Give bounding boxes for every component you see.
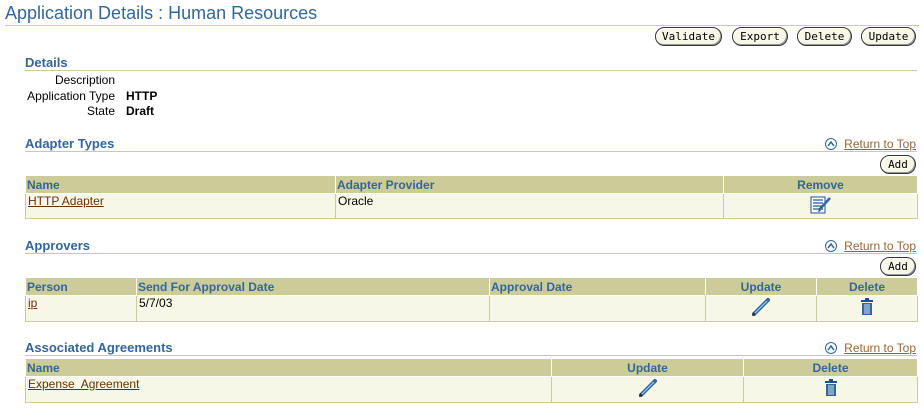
chevron-up-icon (825, 240, 838, 252)
table-row: HTTP Adapter Oracle (25, 193, 918, 219)
column-header-update: Update (551, 358, 744, 377)
adapter-remove-cell (723, 193, 918, 219)
adapter-name-link[interactable]: HTTP Adapter (28, 195, 104, 209)
agreement-update-cell (551, 376, 744, 403)
column-header-name: Name (25, 358, 552, 377)
agreement-delete-cell (743, 376, 918, 403)
trash-icon[interactable] (859, 298, 875, 316)
column-header-update: Update (705, 277, 817, 296)
column-header-remove: Remove (723, 175, 918, 194)
chevron-up-icon (825, 342, 838, 354)
details-divider (25, 70, 917, 71)
agreements-heading: Associated Agreements (25, 340, 173, 355)
column-header-person: Person (25, 277, 137, 296)
page-title: Application Details : Human Resources (5, 3, 318, 23)
adapter-types-table: Name Adapter Provider Remove HTTP Adapte… (25, 175, 918, 219)
agreement-name-link[interactable]: Expense Agreement (28, 378, 139, 392)
remove-icon[interactable] (810, 195, 832, 215)
column-header-name: Name (25, 175, 336, 194)
adapter-name-cell: HTTP Adapter (25, 193, 336, 219)
adapter-provider-cell: Oracle (335, 193, 724, 219)
approvers-table: Person Send For Approval Date Approval D… (25, 277, 918, 322)
adapter-types-divider (25, 151, 917, 152)
return-to-top-link[interactable]: Return to Top (844, 239, 916, 253)
export-button[interactable]: Export (732, 27, 788, 46)
person-link[interactable]: ip (28, 297, 37, 311)
approval-date-cell (489, 295, 706, 322)
application-type-value: HTTP (126, 89, 158, 103)
column-header-approval-date: Approval Date (489, 277, 706, 296)
send-date-cell: 5/7/03 (136, 295, 490, 322)
column-header-delete: Delete (816, 277, 918, 296)
column-header-delete: Delete (743, 358, 918, 377)
table-row: ip 5/7/03 (25, 295, 918, 322)
approvers-divider (25, 253, 917, 254)
add-adapter-button[interactable]: Add (880, 155, 916, 174)
approver-delete-cell (816, 295, 918, 322)
title-divider (5, 25, 919, 26)
update-button[interactable]: Update (861, 27, 916, 46)
agreements-table: Name Update Delete Expense Agreement (25, 358, 918, 403)
trash-icon[interactable] (823, 379, 839, 397)
return-to-top-link[interactable]: Return to Top (844, 341, 916, 355)
approver-update-cell (705, 295, 817, 322)
adapter-types-return-to-top[interactable]: Return to Top (825, 137, 916, 151)
agreements-return-to-top[interactable]: Return to Top (825, 341, 916, 355)
agreement-name-cell: Expense Agreement (25, 376, 552, 403)
approvers-heading: Approvers (25, 238, 91, 253)
table-row: Expense Agreement (25, 376, 918, 403)
description-label: Description (54, 73, 115, 87)
add-approver-button[interactable]: Add (880, 257, 916, 276)
table-header-row: Person Send For Approval Date Approval D… (25, 277, 918, 296)
chevron-up-icon (825, 138, 838, 150)
agreements-divider (25, 355, 917, 356)
adapter-types-heading: Adapter Types (25, 136, 115, 151)
pencil-icon[interactable] (637, 378, 659, 400)
state-value: Draft (126, 104, 155, 118)
validate-button[interactable]: Validate (655, 27, 722, 46)
state-label: State (86, 104, 115, 118)
pencil-icon[interactable] (750, 297, 772, 319)
table-header-row: Name Adapter Provider Remove (25, 175, 918, 194)
column-header-send-date: Send For Approval Date (136, 277, 490, 296)
delete-button[interactable]: Delete (797, 27, 852, 46)
application-type-label: Application Type (27, 89, 115, 103)
approvers-return-to-top[interactable]: Return to Top (825, 239, 916, 253)
return-to-top-link[interactable]: Return to Top (844, 137, 916, 151)
column-header-adapter-provider: Adapter Provider (335, 175, 724, 194)
details-heading: Details (25, 55, 68, 70)
person-cell: ip (25, 295, 137, 322)
table-header-row: Name Update Delete (25, 358, 918, 377)
